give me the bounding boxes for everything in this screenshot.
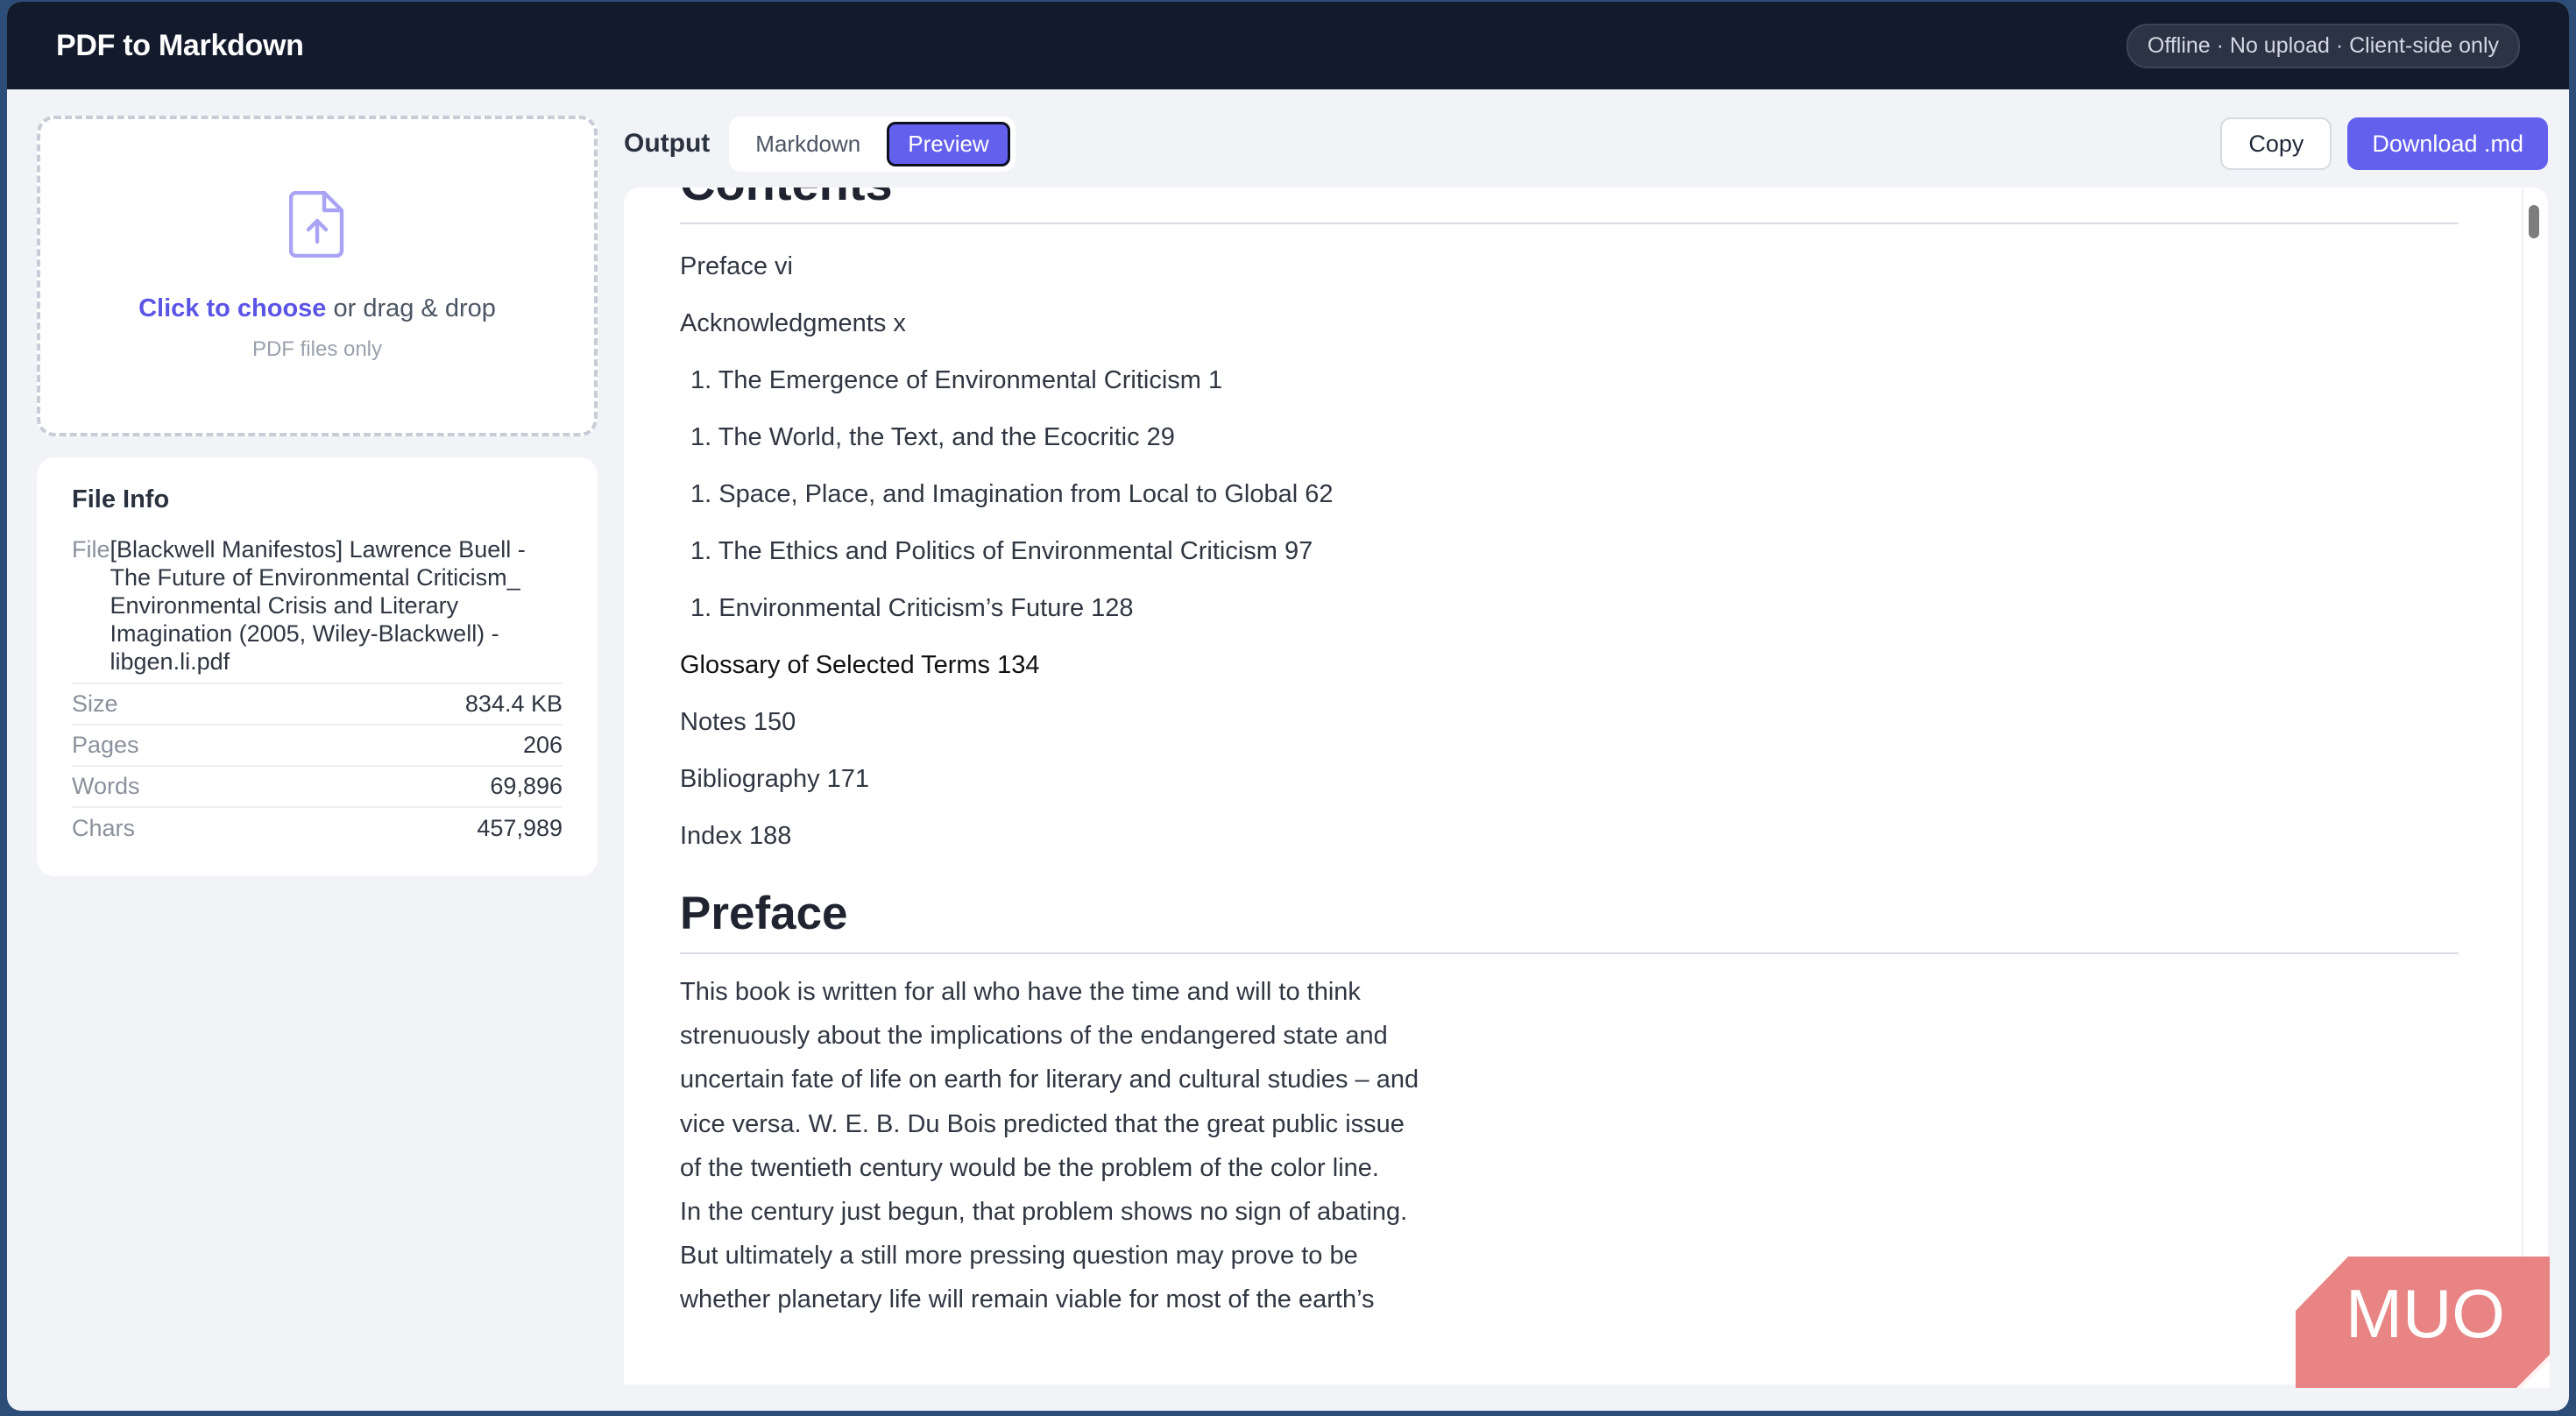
- preface-line: vice versa. W. E. B. Du Bois predicted t…: [680, 1109, 1405, 1138]
- file-info-label: Words: [72, 773, 140, 799]
- file-name-value: [Blackwell Manifestos] Lawrence Buell - …: [110, 536, 526, 675]
- toc-item: Acknowledgments x: [680, 309, 906, 337]
- file-info-label: Pages: [72, 732, 139, 758]
- preface-line: strenuously about the implications of th…: [680, 1022, 1388, 1051]
- preview-scrollbar[interactable]: [2522, 188, 2548, 1384]
- preface-line: But ultimately a still more pressing que…: [680, 1242, 1358, 1271]
- file-info-label: Size: [72, 690, 118, 717]
- file-info-heading: File Info: [72, 485, 170, 513]
- file-info-value: 834.4 KB: [464, 690, 563, 717]
- toc-item: 1. The Emergence of Environmental Critic…: [690, 366, 1223, 394]
- preface-paragraph: This book is written for all who have th…: [680, 970, 1468, 1322]
- toc-item: Bibliography 171: [680, 765, 870, 793]
- output-toolbar: Output Markdown Preview Copy Download .m…: [624, 116, 2548, 172]
- file-info-label: Chars: [72, 815, 136, 841]
- heading-divider: [680, 952, 2459, 954]
- toc-item: 1. Space, Place, and Imagination from Lo…: [690, 480, 1334, 508]
- toc-item: 1. Environmental Criticism’s Future 128: [690, 594, 1134, 622]
- heading-divider: [680, 223, 2459, 224]
- toc-item: Notes 150: [680, 708, 796, 736]
- file-type-hint: PDF files only: [251, 336, 383, 361]
- preface-heading: Preface: [680, 888, 848, 939]
- output-label: Output: [624, 129, 711, 158]
- file-info-value: 206: [522, 732, 563, 758]
- preview-scrollbar-thumb[interactable]: [2529, 205, 2539, 238]
- preface-line: of the twentieth century would be the pr…: [680, 1153, 1379, 1182]
- output-view-tabs: Markdown Preview: [729, 116, 1016, 172]
- privacy-status-badge: Offline · No upload · Client-side only: [2126, 23, 2520, 68]
- file-upload-icon: [289, 190, 344, 258]
- toc-item: Preface vi: [680, 252, 793, 280]
- file-info-row: Pages 206: [72, 726, 563, 767]
- toc-item: Glossary of Selected Terms 134: [680, 651, 1040, 679]
- file-name-row: File [Blackwell Manifestos] Lawrence Bue…: [72, 535, 563, 684]
- table-of-contents: Preface vi Acknowledgments x 1. The Emer…: [680, 240, 2459, 867]
- download-md-button[interactable]: Download .md: [2347, 117, 2548, 170]
- app-title: PDF to Markdown: [56, 28, 304, 62]
- toc-item: 1. The Ethics and Politics of Environmen…: [690, 537, 1313, 565]
- contents-heading: Contents: [680, 188, 2459, 214]
- preface-line: uncertain fate of life on earth for lite…: [680, 1066, 1419, 1094]
- preface-line: In the century just begun, that problem …: [680, 1198, 1408, 1227]
- app-header: PDF to Markdown Offline · No upload · Cl…: [7, 2, 2569, 89]
- dropzone-instructions: Click to choose or drag & drop: [138, 294, 496, 323]
- choose-file-link[interactable]: Click to choose: [138, 294, 326, 322]
- output-actions: Copy Download .md: [2220, 117, 2548, 170]
- file-info-value: 69,896: [490, 773, 563, 799]
- copy-button[interactable]: Copy: [2220, 117, 2332, 170]
- pdf-dropzone[interactable]: Click to choose or drag & drop PDF files…: [37, 116, 598, 436]
- file-label: File: [72, 536, 110, 563]
- preface-line: whether planetary life will remain viabl…: [680, 1285, 1375, 1314]
- watermark-text: MUO: [2346, 1275, 2505, 1352]
- preface-line: This book is written for all who have th…: [680, 978, 1361, 1006]
- app-window: PDF to Markdown Offline · No upload · Cl…: [7, 2, 2569, 1411]
- file-info-row: Chars 457,989: [72, 808, 563, 849]
- file-info-row: Size 834.4 KB: [72, 684, 563, 726]
- file-info-row: Words 69,896: [72, 767, 563, 808]
- file-info-card: File Info File [Blackwell Manifestos] La…: [37, 457, 598, 876]
- drag-drop-text: or drag & drop: [326, 294, 496, 322]
- tab-preview[interactable]: Preview: [887, 121, 1010, 166]
- toc-item: Index 188: [680, 822, 792, 850]
- preview-content: Contents Preface vi Acknowledgments x 1.…: [680, 188, 2459, 1322]
- muo-watermark-logo: MUO: [2296, 1257, 2550, 1388]
- markdown-preview-pane[interactable]: Contents Preface vi Acknowledgments x 1.…: [624, 188, 2548, 1384]
- file-info-value: 457,989: [477, 815, 563, 841]
- tab-markdown[interactable]: Markdown: [734, 122, 881, 166]
- toc-item: 1. The World, the Text, and the Ecocriti…: [690, 423, 1175, 451]
